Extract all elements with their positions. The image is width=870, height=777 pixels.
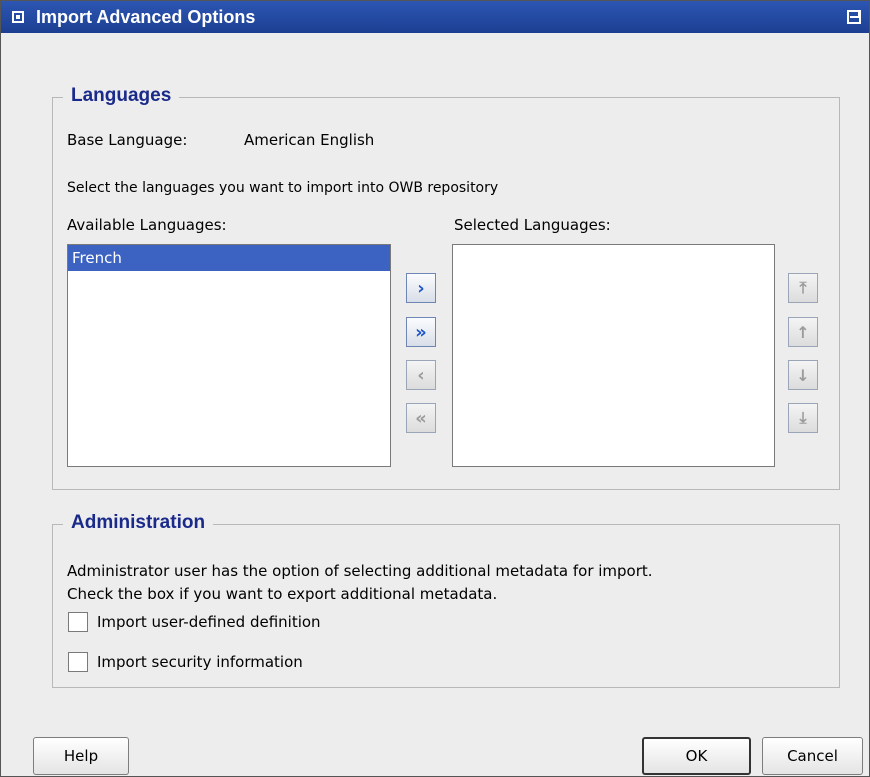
administration-description-line2: Check the box if you want to export addi… [67,585,498,603]
languages-legend: Languages [63,85,180,107]
import-security-row[interactable]: Import security information [68,652,303,672]
selected-languages-list[interactable] [452,244,775,467]
window-menu-icon[interactable] [12,11,24,23]
double-chevron-right-icon: » [415,321,427,343]
base-language-value: American English [244,131,375,149]
administration-description-line1: Administrator user has the option of sel… [67,562,653,580]
selected-languages-label: Selected Languages: [454,216,611,234]
move-selected-right-button[interactable]: › [406,273,436,303]
maximize-icon[interactable] [847,10,861,24]
import-security-label[interactable]: Import security information [97,653,303,671]
move-top-icon: ⤒ [799,278,807,297]
ok-button[interactable]: OK [642,737,751,775]
cancel-button[interactable]: Cancel [762,737,863,775]
help-button-label: Help [63,747,99,765]
chevron-left-icon: ‹ [417,364,425,386]
move-bottom-icon: ⤓ [799,408,807,427]
chevron-right-icon: › [417,277,425,299]
cancel-button-label: Cancel [787,747,838,765]
import-security-checkbox[interactable] [68,652,88,672]
move-down-button[interactable]: ↓ [788,360,818,390]
move-up-button[interactable]: ↑ [788,317,818,347]
import-user-defined-row[interactable]: Import user-defined definition [68,612,321,632]
move-all-right-button[interactable]: » [406,317,436,347]
import-advanced-options-dialog: Import Advanced Options Languages Base L… [0,0,870,777]
title-bar[interactable]: Import Advanced Options [1,1,869,33]
move-up-icon: ↑ [796,322,810,342]
import-user-defined-checkbox[interactable] [68,612,88,632]
move-to-bottom-button[interactable]: ⤓ [788,403,818,433]
list-item-french[interactable]: French [68,245,390,271]
languages-instructions: Select the languages you want to import … [67,180,499,196]
double-chevron-left-icon: « [415,407,427,429]
available-languages-list[interactable]: French [67,244,391,467]
window-title: Import Advanced Options [36,6,256,27]
help-button[interactable]: Help [33,737,129,775]
move-all-left-button[interactable]: « [406,403,436,433]
move-selected-left-button[interactable]: ‹ [406,360,436,390]
ok-button-label: OK [685,747,708,765]
move-to-top-button[interactable]: ⤒ [788,273,818,303]
move-down-icon: ↓ [796,365,810,385]
import-user-defined-label[interactable]: Import user-defined definition [97,613,321,631]
base-language-label: Base Language: [67,131,188,149]
available-languages-label: Available Languages: [67,216,227,234]
administration-legend: Administration [63,512,214,534]
